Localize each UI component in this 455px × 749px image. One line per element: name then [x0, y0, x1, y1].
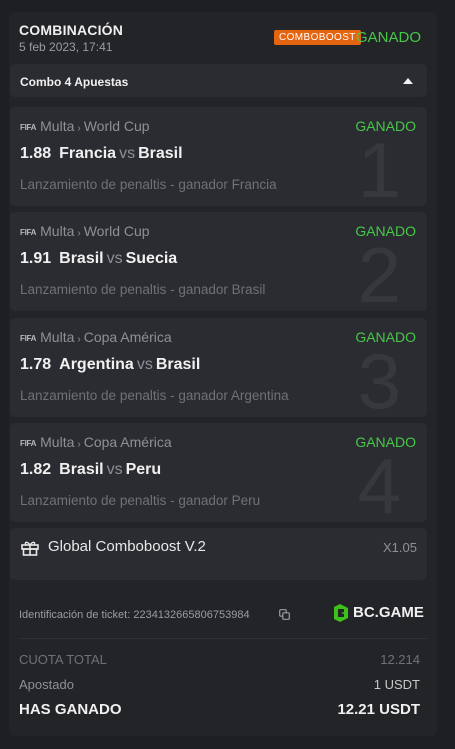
leg-odds: 1.91 [20, 250, 52, 267]
leg-meta: FIFA Multa › Copa América [20, 434, 172, 450]
staked-label: Apostado [19, 677, 74, 692]
comboboost-name: Global Comboboost V.2 [48, 538, 206, 555]
leg-competition: Copa América [83, 434, 172, 450]
leg-number: 4 [357, 442, 401, 522]
brand-logo: BC.GAME [331, 602, 424, 624]
leg-competition: World Cup [83, 223, 150, 239]
staked-row: Apostado 1 USDT [19, 677, 420, 695]
leg-vs: vs [136, 356, 153, 373]
comboboost-badge: COMBOBOOST [274, 30, 361, 45]
bet-status: GANADO [355, 29, 421, 46]
total-odds-value: 12.214 [380, 652, 420, 667]
leg-number: 1 [357, 126, 401, 206]
bet-card: COMBINACIÓN 5 feb 2023, 17:41 COMBOBOOST… [9, 12, 437, 736]
leg-sport: Multa [40, 223, 75, 239]
leg-market: Lanzamiento de penaltis - ganador Argent… [20, 388, 289, 403]
bet-leg[interactable]: FIFA Multa › World Cup GANADO 1.88 Francia vs… [10, 107, 427, 206]
leg-team-home: Brasil [59, 461, 104, 478]
bet-leg[interactable]: FIFA Multa › World Cup GANADO 1.91 Brasil vs S… [10, 212, 427, 311]
chevron-up-icon [403, 78, 413, 84]
chevron-right-icon: › [77, 334, 81, 345]
total-odds-row: CUOTA TOTAL 12.214 [19, 652, 420, 670]
leg-match: 1.88 Francia vs Brasil [20, 145, 183, 163]
leg-odds: 1.88 [20, 145, 52, 162]
leg-match: 1.78 Argentina vs Brasil [20, 356, 200, 374]
leg-competition: Copa América [83, 329, 172, 345]
leg-team-away: Brasil [155, 356, 201, 373]
combo-label: Combo 4 Apuestas [20, 75, 129, 89]
leg-vs: vs [119, 145, 136, 162]
bet-leg[interactable]: FIFA Multa › Copa América GANADO 1.78 Argent… [10, 318, 427, 417]
brand-name: BC.GAME [353, 604, 424, 621]
copy-icon[interactable] [279, 609, 290, 620]
leg-meta: FIFA Multa › World Cup [20, 223, 150, 239]
bet-date: 5 feb 2023, 17:41 [19, 40, 113, 54]
leg-team-away: Suecia [125, 250, 178, 267]
leg-odds: 1.82 [20, 461, 52, 478]
comboboost-multiplier: X1.05 [383, 540, 417, 555]
chevron-right-icon: › [77, 228, 81, 239]
leg-team-home: Francia [59, 145, 117, 162]
leg-team-home: Argentina [59, 356, 134, 373]
leg-team-home: Brasil [59, 250, 104, 267]
bc-game-logo-icon [334, 604, 348, 622]
fifa-icon: FIFA [20, 228, 37, 237]
winnings-label: HAS GANADO [19, 701, 122, 718]
combo-toggle[interactable]: Combo 4 Apuestas [10, 64, 427, 97]
gift-icon [21, 541, 39, 556]
bet-leg[interactable]: FIFA Multa › Copa América GANADO 1.82 Brasil… [10, 423, 427, 522]
comboboost-row: Global Comboboost V.2 X1.05 [10, 528, 427, 580]
leg-match: 1.82 Brasil vs Peru [20, 461, 161, 479]
bet-header: COMBINACIÓN 5 feb 2023, 17:41 COMBOBOOST… [19, 22, 427, 62]
chevron-right-icon: › [77, 439, 81, 450]
bet-type-title: COMBINACIÓN [19, 22, 124, 38]
leg-meta: FIFA Multa › Copa América [20, 329, 172, 345]
leg-number: 3 [357, 337, 401, 417]
leg-vs: vs [106, 461, 123, 478]
winnings-row: HAS GANADO 12.21 USDT [19, 701, 420, 719]
fifa-icon: FIFA [20, 123, 37, 132]
leg-sport: Multa [40, 118, 75, 134]
fifa-icon: FIFA [20, 439, 37, 448]
leg-market: Lanzamiento de penaltis - ganador Peru [20, 493, 261, 508]
staked-value: 1 USDT [373, 677, 420, 692]
leg-vs: vs [106, 250, 123, 267]
leg-market: Lanzamiento de penaltis - ganador Franci… [20, 177, 277, 192]
leg-sport: Multa [40, 434, 75, 450]
chevron-right-icon: › [77, 123, 81, 134]
leg-odds: 1.78 [20, 356, 52, 373]
leg-match: 1.91 Brasil vs Suecia [20, 250, 177, 268]
leg-team-away: Brasil [138, 145, 183, 162]
divider [19, 638, 427, 639]
leg-team-away: Peru [125, 461, 162, 478]
leg-market: Lanzamiento de penaltis - ganador Brasil [20, 282, 266, 297]
leg-competition: World Cup [83, 118, 150, 134]
ticket-id: Identificación de ticket: 22341326658067… [19, 609, 250, 621]
total-odds-label: CUOTA TOTAL [19, 652, 107, 667]
leg-sport: Multa [40, 329, 75, 345]
fifa-icon: FIFA [20, 334, 37, 343]
winnings-value: 12.21 USDT [337, 701, 420, 718]
leg-number: 2 [357, 231, 401, 311]
leg-meta: FIFA Multa › World Cup [20, 118, 150, 134]
